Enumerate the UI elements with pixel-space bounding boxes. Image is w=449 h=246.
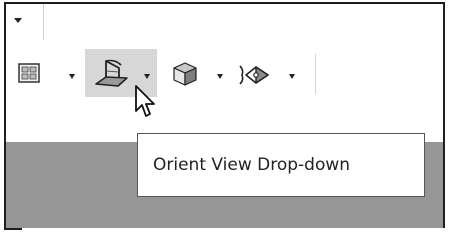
hide-show-items-button[interactable] xyxy=(238,64,272,90)
display-style-button[interactable] xyxy=(172,61,198,91)
chevron-down-icon[interactable] xyxy=(14,18,22,23)
display-style-cube-icon xyxy=(173,62,197,86)
top-toolbar-strip xyxy=(6,4,443,42)
mouse-pointer-icon xyxy=(134,84,160,126)
view-layout-button[interactable] xyxy=(18,63,40,87)
hide-show-items-dropdown-caret[interactable] xyxy=(289,74,295,79)
tooltip-text: Orient View Drop-down xyxy=(153,155,351,175)
toolbar-divider xyxy=(43,4,44,40)
view-layout-icon xyxy=(18,63,40,83)
view-layout-dropdown-caret[interactable] xyxy=(69,74,75,79)
heads-up-view-toolbar xyxy=(6,42,443,104)
frame-margin xyxy=(22,228,445,246)
hide-show-items-icon xyxy=(239,65,269,85)
orient-view-tooltip: Orient View Drop-down xyxy=(137,133,425,197)
orient-view-dropdown-caret[interactable] xyxy=(144,74,150,79)
orient-view-icon xyxy=(95,59,128,87)
toolbar-separator xyxy=(315,54,316,94)
application-window: Orient View Drop-down xyxy=(4,2,445,230)
orient-view-button[interactable] xyxy=(93,57,131,95)
display-style-dropdown-caret[interactable] xyxy=(217,74,223,79)
